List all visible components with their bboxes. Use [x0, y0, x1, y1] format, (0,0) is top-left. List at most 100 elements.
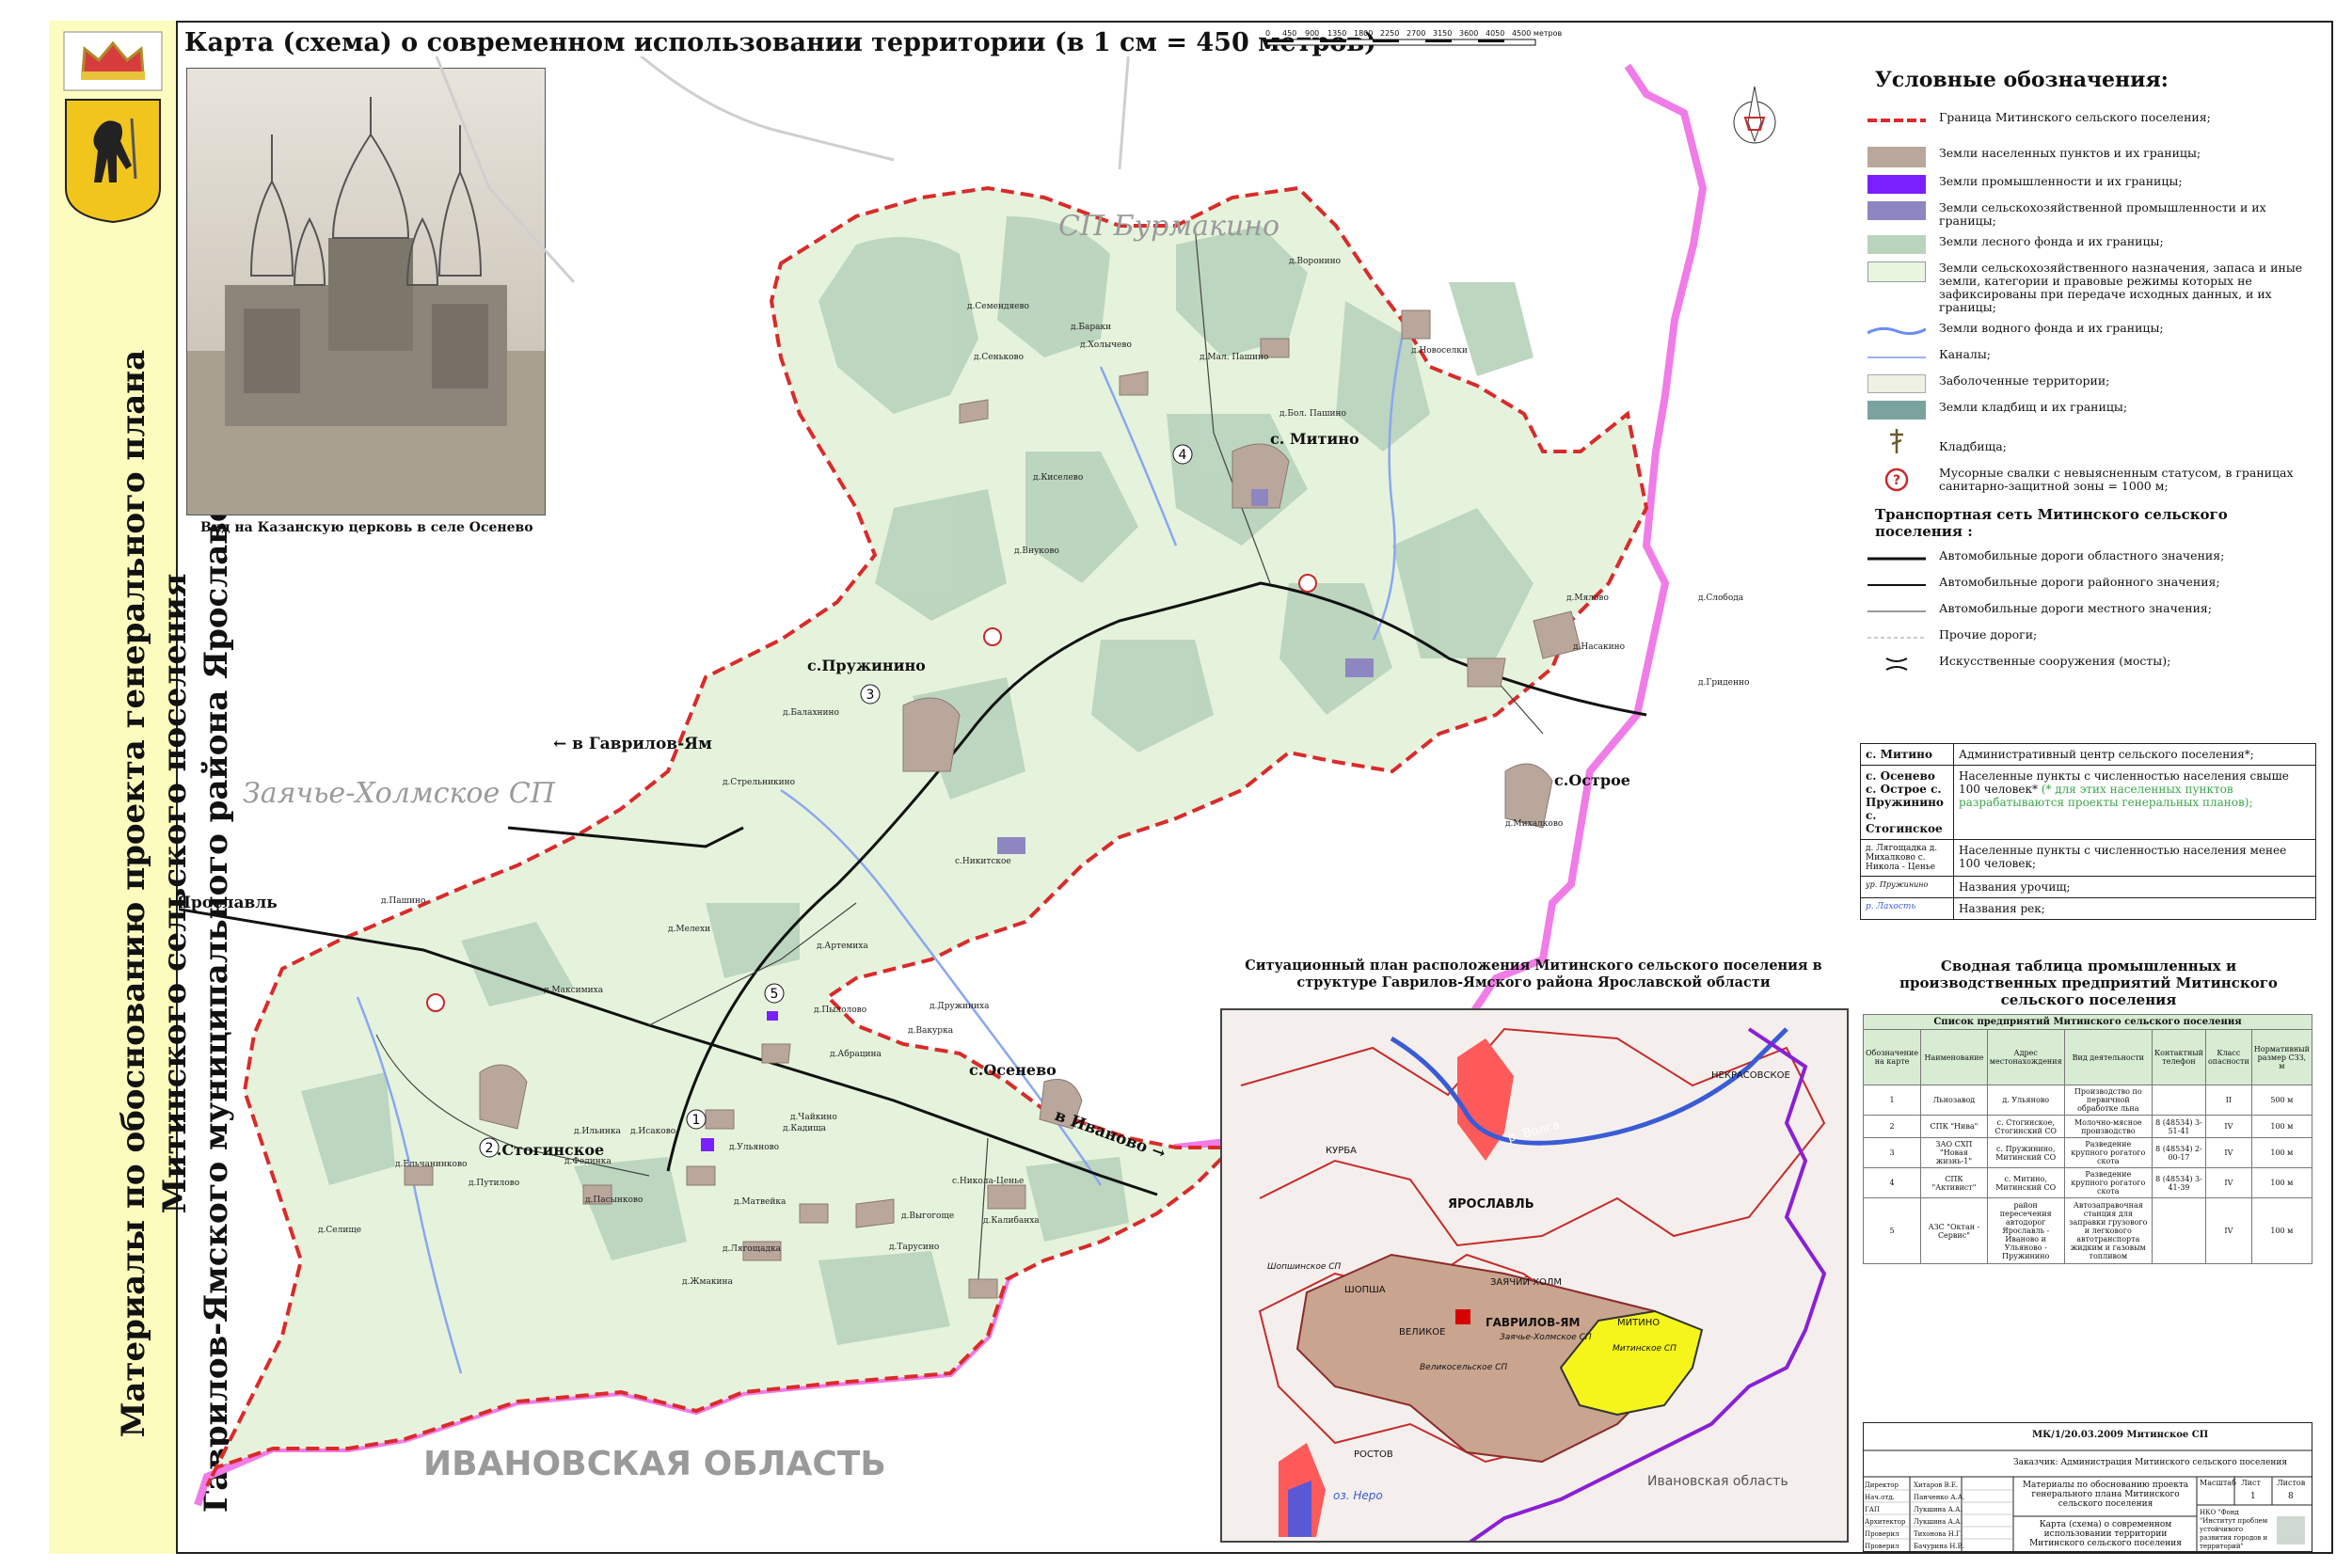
- table-value: Административный центр сельского поселен…: [1953, 743, 2316, 766]
- stamp-role: Проверил: [1865, 1530, 1899, 1538]
- legend-item: Земли водного фонда и их границы;: [1867, 322, 2310, 341]
- table-cell: 4: [1862, 1167, 1922, 1198]
- table-key: с. Осенево с. Острое с. Пружинино с. Сто…: [1860, 765, 1954, 840]
- legend-item: Земли лесного фонда и их границы;: [1867, 235, 2310, 254]
- table-cell: 500 м: [2250, 1085, 2313, 1116]
- bridge-icon: [1885, 657, 1908, 671]
- legend-item: Земли населенных пунктов и их границы;: [1867, 147, 2310, 167]
- table-cell: 100 м: [2250, 1197, 2313, 1264]
- table-row: 5 АЗС "Октан - Сервис" район пересечения а…: [1862, 1197, 2313, 1264]
- canal-line-icon: [1867, 356, 1926, 358]
- table-value: Названия урочищ;: [1953, 876, 2316, 898]
- table-row: 2 СПК "Нива" с. Стогинское, Стогинский СО М…: [1862, 1115, 2313, 1138]
- cemetery-cross-icon: [1890, 429, 1903, 453]
- legend-label: Земли промышленности и их границы;: [1939, 174, 2183, 188]
- legend-label: Земли кладбищ и их границы;: [1939, 400, 2128, 414]
- swatch-icon: [1867, 201, 1926, 220]
- dump-icon: [1298, 574, 1317, 593]
- village-label: д.Выгогоще: [901, 1212, 954, 1221]
- boundary-line-icon: [1867, 119, 1926, 122]
- stamp-name: Тихонова Н.Г.: [1914, 1530, 1963, 1538]
- stamp-name: Лукшина А.А.: [1914, 1506, 1963, 1513]
- stamp-work: Материалы по обоснованию проекта генерал…: [2022, 1481, 2189, 1509]
- vertical-title-line-1: Материалы по обоснованию проекта генерал…: [115, 349, 152, 1438]
- road-regional-icon: [1867, 557, 1926, 561]
- table-cell: 3: [1862, 1137, 1922, 1168]
- village-label: д.Лягощадка: [723, 1244, 782, 1254]
- legend-label: Автомобильные дороги местного значения;: [1939, 601, 2213, 615]
- table-row: р. Лахость Названия рек;: [1860, 897, 2316, 920]
- marker-number: 4: [1179, 448, 1187, 463]
- swatch-icon: [1867, 374, 1926, 393]
- dump-icon: [983, 627, 1002, 646]
- village-label: д.Пылолово: [814, 1006, 866, 1015]
- village-label: д.Семендяево: [967, 302, 1029, 311]
- legend-item: Заболоченные территории;: [1867, 374, 2310, 393]
- table-row: ур. Пружинино Названия урочищ;: [1860, 876, 2316, 898]
- marker-number: 1: [692, 1113, 701, 1128]
- village-label: д.Чайкино: [790, 1113, 837, 1122]
- table-cell: Автозаправочная станция для заправки гру…: [2063, 1197, 2153, 1264]
- scale-bar: 0 450 900 1350 1800 2250 2700 3150 3600 …: [1265, 29, 1562, 46]
- stamp-role: Директор: [1865, 1481, 1899, 1489]
- legend-item: Прочие дороги;: [1867, 628, 2310, 647]
- main-village-label: с. Митино: [1270, 430, 1359, 448]
- main-village-label: с.Острое: [1554, 771, 1630, 789]
- situation-plan-title: Ситуационный план расположения Митинског…: [1245, 958, 1822, 990]
- table-cell: район пересечения автодорог Ярославль - …: [1986, 1197, 2065, 1264]
- table-cell: 8 (48534) 2-00-17: [2151, 1137, 2206, 1168]
- legend-label: Земли сельскохозяйственного назначения, …: [1939, 261, 2303, 314]
- neighbor-label: ИВАНОВСКАЯ ОБЛАСТЬ: [423, 1445, 886, 1483]
- dump-icon: [426, 993, 445, 1012]
- scale-tick: 4500 метров: [1512, 29, 1562, 38]
- swatch-icon: [1867, 261, 1926, 282]
- village-label: д.Максимиха: [544, 986, 604, 995]
- production-table-title: Сводная таблица промышленных и производс…: [1899, 958, 2278, 1008]
- table-cell: ЗАО СХП "Новая жизнь-1": [1920, 1137, 1988, 1168]
- table-value: Названия рек;: [1953, 897, 2316, 920]
- org-logo-icon: [2277, 1516, 2305, 1544]
- table-caption: Список предприятий Митинского сельского …: [1863, 1014, 2312, 1030]
- swatch-icon: [1867, 147, 1926, 167]
- table-cell: СПК "Нива": [1920, 1115, 1988, 1138]
- column-header: Наименование: [1920, 1029, 1988, 1085]
- stamp-sheets-label: Листов: [2277, 1479, 2306, 1487]
- north-arrow-icon: [1733, 86, 1776, 144]
- village-label: д.Насакино: [1573, 642, 1625, 652]
- village-label: д.Слобода: [1698, 593, 1744, 603]
- village-label: д.Ильинка: [574, 1127, 621, 1136]
- stamp-role: Проверил: [1865, 1543, 1899, 1550]
- situation-label: ВЕЛИКОЕ: [1399, 1327, 1445, 1338]
- column-header: Адрес местонахождения: [1986, 1029, 2065, 1085]
- village-label: д.Абрацина: [830, 1049, 882, 1059]
- village-label: д.Артемиха: [817, 942, 868, 951]
- situation-label: НЕКРАСОВСКОЕ: [1711, 1070, 1790, 1081]
- stamp-stage-label: Масштаб: [2200, 1479, 2236, 1487]
- swatch-icon: [1867, 175, 1926, 194]
- village-label: д.Пашино: [381, 896, 425, 906]
- map-marker-1: 1: [686, 1109, 707, 1130]
- village-label: д.Михалково: [1505, 819, 1563, 829]
- main-village-label: с.Осенево: [969, 1061, 1057, 1079]
- scale-tick: 4050: [1486, 29, 1504, 38]
- village-label: д.Матвейка: [734, 1197, 787, 1207]
- stamp-organization: НКО "Фонд "Институт проблем устойчивого …: [2200, 1509, 2268, 1550]
- legend-item: Земли сельскохозяйственной промышленност…: [1867, 201, 2310, 228]
- legend-label: Кладбища;: [1939, 439, 2007, 453]
- road-local-icon: [1867, 610, 1926, 612]
- situation-label: Великосельское СП: [1420, 1363, 1507, 1372]
- village-label: д.Ульяново: [729, 1143, 779, 1152]
- village-label: д.Мялово: [1566, 594, 1609, 603]
- village-label: д.Холычево: [1080, 341, 1132, 350]
- village-label: д.Бол. Пашино: [1279, 409, 1346, 419]
- legend-item: Каналы;: [1867, 348, 2310, 367]
- table-cell: IV: [2204, 1197, 2252, 1264]
- situation-label: ЯРОСЛАВЛЬ: [1448, 1197, 1534, 1212]
- scale-tick: 900: [1305, 29, 1319, 38]
- swatch-icon: [1867, 235, 1926, 254]
- stamp-customer: Заказчик: Администрация Митинского сельс…: [2013, 1458, 2287, 1467]
- settlement-types-table: с. Митино Административный центр сельско…: [1860, 743, 2316, 920]
- main-village-label: с.Пружинино: [807, 657, 926, 674]
- stamp-sheets-number: 8: [2288, 1492, 2294, 1501]
- legend-item: Земли промышленности и их границы;: [1867, 175, 2310, 194]
